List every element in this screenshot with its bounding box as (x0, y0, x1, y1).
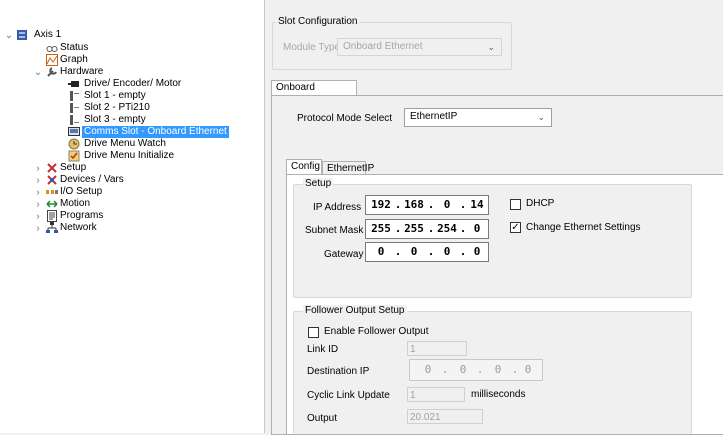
tree-label: Devices / Vars (60, 174, 124, 185)
tree-label: Slot 3 - empty (84, 114, 146, 125)
graph-icon (46, 54, 58, 66)
expand-setup-icon[interactable]: › (33, 163, 43, 175)
slot-icon (70, 103, 79, 113)
subnet-mask-label: Subnet Mask (305, 225, 364, 236)
ip-octet-1: 192 (371, 198, 391, 211)
wrench-icon (47, 67, 57, 77)
slot-icon (70, 91, 79, 101)
tree-label: Programs (60, 210, 104, 221)
enable-follower-label: Enable Follower Output (324, 326, 429, 337)
tree-label: Motion (60, 198, 91, 209)
tab-onboard-ethernet[interactable]: Onboard Ethernet (271, 80, 357, 107)
tree-label: Status (60, 42, 89, 53)
tree-label: Network (60, 222, 97, 233)
module-type-select[interactable]: Onboard Ethernet ⌄ (337, 38, 502, 56)
slot-configuration-title: Slot Configuration (276, 16, 360, 28)
tree-label: Comms Slot - Onboard Ethernet (82, 126, 229, 138)
expand-devices-icon[interactable]: › (33, 175, 43, 187)
axis-icon (17, 30, 27, 40)
tree-label: Axis 1 (34, 29, 62, 40)
tree-label: Slot 1 - empty (84, 90, 146, 101)
cyclic-link-update-field[interactable]: 1 (407, 387, 465, 402)
follower-output-title: Follower Output Setup (303, 305, 407, 317)
properties-panel: Slot Configuration Module Type Onboard E… (266, 0, 723, 435)
output-field: 20.021 (407, 409, 483, 424)
chevron-down-icon: ⌄ (537, 112, 545, 122)
subnet-mask-field[interactable]: 255 . 255 . 254 . 0 (365, 219, 489, 239)
dhcp-checkbox[interactable] (510, 199, 521, 210)
ip-octet-4: 14 (470, 198, 484, 211)
expand-programs-icon[interactable]: › (33, 211, 43, 223)
gateway-octet-1: 0 (377, 245, 385, 258)
collapse-hardware-icon[interactable]: ⌄ (33, 67, 43, 79)
subnet-octet-2: 255 (404, 222, 424, 235)
gateway-label: Gateway (324, 249, 364, 260)
tree-label: Graph (60, 54, 88, 65)
tree-label: Drive Menu Watch (84, 138, 166, 149)
initialize-icon (68, 150, 80, 162)
dot-sep: . (476, 363, 484, 376)
slot-icon (70, 115, 79, 125)
devices-icon (47, 175, 57, 185)
io-icon (46, 190, 58, 194)
dest-octet-1: 0 (424, 363, 432, 376)
link-id-field[interactable]: 1 (407, 341, 467, 356)
motor-icon (68, 81, 79, 87)
destination-ip-field[interactable]: 0 . 0 . 0 . 0 (409, 359, 543, 381)
dest-octet-2: 0 (459, 363, 467, 376)
destination-ip-label: Destination IP (307, 366, 370, 377)
ip-address-label: IP Address (313, 202, 362, 213)
link-id-label: Link ID (307, 344, 339, 355)
status-icon (46, 46, 58, 52)
protocol-mode-select[interactable]: EthernetIP ⌄ (404, 108, 552, 127)
setup-title: Setup (303, 178, 334, 190)
subnet-octet-3: 254 (437, 222, 457, 235)
gateway-octet-4: 0 (473, 245, 481, 258)
gateway-octet-2: 0 (410, 245, 418, 258)
change-ethernet-settings-label: Change Ethernet Settings (526, 222, 641, 233)
ip-octet-3: 0 (443, 198, 451, 211)
dot-sep: . (441, 363, 449, 376)
module-type-value: Onboard Ethernet (343, 41, 423, 52)
setup-icon (47, 163, 57, 173)
tab-ethernetip[interactable]: EthernetIP (322, 161, 374, 175)
dhcp-label: DHCP (526, 198, 555, 209)
cyclic-unit-label: milliseconds (471, 389, 526, 400)
tree-label: Slot 2 - PTi210 (84, 102, 150, 113)
protocol-mode-value: EthernetIP (410, 111, 458, 122)
expand-motion-icon[interactable]: › (33, 199, 43, 211)
subnet-octet-1: 255 (371, 222, 391, 235)
protocol-mode-label: Protocol Mode Select (297, 113, 393, 124)
gateway-field[interactable]: 0 . 0 . 0 . 0 (365, 242, 489, 262)
tree-label: Drive Menu Initialize (84, 150, 175, 161)
gateway-octet-3: 0 (443, 245, 451, 258)
output-label: Output (307, 413, 338, 424)
project-tree[interactable]: ⌄ Axis 1 Status Graph ⌄ Hardware Drive/ … (0, 0, 265, 433)
motion-icon (46, 200, 58, 208)
tree-label: Hardware (60, 66, 104, 77)
checkmark-icon: ✓ (511, 222, 520, 233)
change-ethernet-settings-checkbox[interactable]: ✓ (510, 222, 521, 233)
chevron-down-icon: ⌄ (487, 42, 495, 52)
network-card-icon (68, 127, 80, 136)
tree-label: Setup (60, 162, 87, 173)
ip-octet-2: 168 (404, 198, 424, 211)
watch-icon (68, 138, 80, 150)
tab-config[interactable]: Config (286, 159, 322, 175)
module-type-label: Module Type (283, 42, 341, 53)
dest-octet-4: 0 (524, 363, 532, 376)
cyclic-link-update-label: Cyclic Link Update (307, 390, 390, 401)
expand-io-icon[interactable]: › (33, 187, 43, 199)
collapse-axis-icon[interactable]: ⌄ (4, 30, 14, 42)
ip-address-field[interactable]: 192 . 168 . 0 . 14 (365, 195, 489, 215)
network-icon (46, 222, 58, 233)
enable-follower-checkbox[interactable] (308, 327, 319, 338)
subnet-octet-4: 0 (473, 222, 481, 235)
expand-network-icon[interactable]: › (33, 223, 43, 235)
programs-icon (47, 210, 57, 222)
dest-octet-3: 0 (494, 363, 502, 376)
tree-label: Drive/ Encoder/ Motor (84, 78, 182, 89)
tree-label: I/O Setup (60, 186, 103, 197)
